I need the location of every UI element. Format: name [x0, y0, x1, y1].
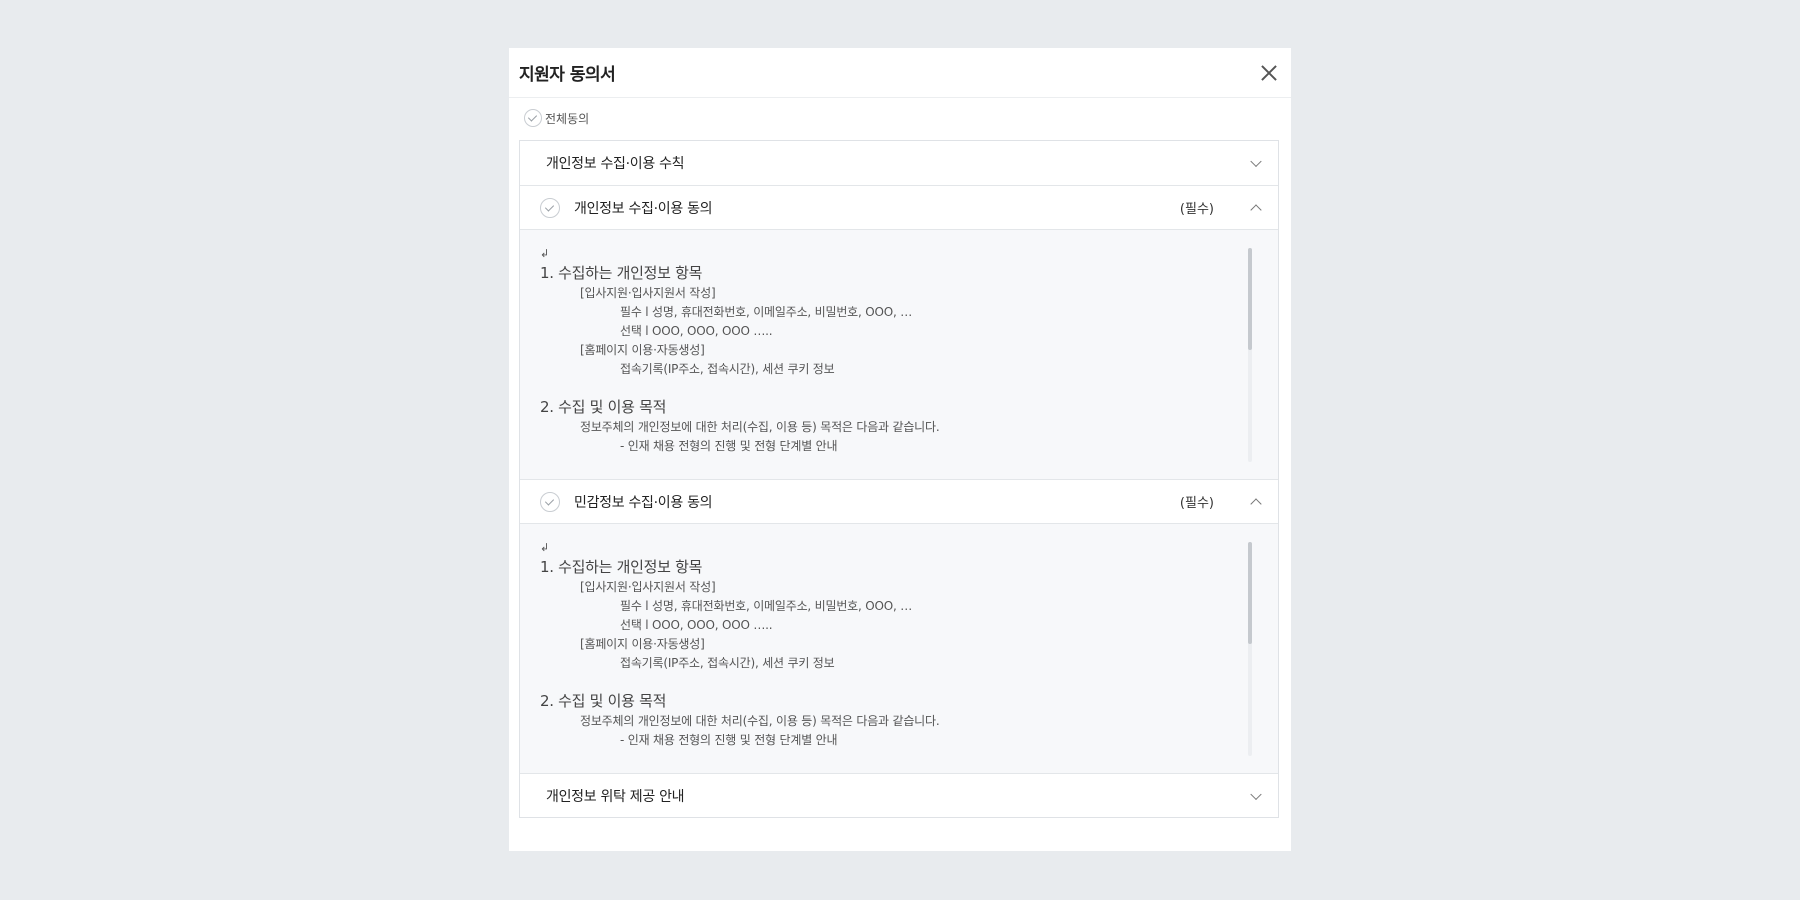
accordion-title: 개인정보 수집·이용 수칙	[546, 156, 685, 172]
terms-text: 정보주체의 개인정보에 대한 처리(수집, 이용 등) 목적은 다음과 같습니다…	[580, 714, 940, 728]
terms-item: 접속기록(IP주소, 접속시간), 세션 쿠키 정보	[620, 362, 835, 376]
terms-subheading: [입사지원·입사지원서 작성]	[580, 286, 716, 300]
required-badge: (필수)	[1179, 496, 1214, 511]
terms-subheading: [홈페이지 이용·자동생성]	[580, 343, 705, 357]
terms-section-heading: 1. 수집하는 개인정보 항목	[540, 264, 703, 282]
consent-modal: 지원자 동의서 전체동의 개인정보 수집·이용 수칙 개인정보 수집·이용 동의…	[509, 48, 1291, 851]
modal-header: 지원자 동의서	[509, 48, 1291, 98]
accordion-header-privacy-consent[interactable]: 개인정보 수집·이용 동의 (필수)	[520, 185, 1278, 229]
check-circle-icon[interactable]	[540, 197, 560, 218]
scrollbar[interactable]	[1248, 248, 1252, 462]
terms-subheading: [홈페이지 이용·자동생성]	[580, 637, 705, 651]
terms-item: - 인재 채용 전형의 진행 및 전형 단계별 안내	[620, 439, 838, 453]
chevron-up-icon[interactable]	[1250, 497, 1262, 510]
accordion-header-sensitive-consent[interactable]: 민감정보 수집·이용 동의 (필수)	[520, 479, 1278, 523]
modal-title: 지원자 동의서	[519, 65, 616, 85]
check-circle-icon[interactable]	[524, 109, 542, 127]
terms-item: 접속기록(IP주소, 접속시간), 세션 쿠키 정보	[620, 656, 835, 670]
required-badge: (필수)	[1179, 202, 1214, 217]
chevron-down-icon[interactable]	[1250, 155, 1262, 168]
chevron-down-icon[interactable]	[1250, 788, 1262, 800]
terms-content-privacy[interactable]: ↲ 1. 수집하는 개인정보 항목 [입사지원·입사지원서 작성] 필수 l 성…	[520, 229, 1278, 479]
terms-section-heading: 2. 수집 및 이용 목적	[540, 398, 667, 416]
terms-item: - 인재 채용 전형의 진행 및 전형 단계별 안내	[620, 733, 838, 747]
terms-item: 필수 l 성명, 휴대전화번호, 이메일주소, 비밀번호, OOO, …	[620, 599, 913, 613]
accordion-title: 개인정보 수집·이용 동의	[574, 200, 713, 217]
accordion-title: 민감정보 수집·이용 동의	[574, 494, 713, 511]
return-glyph: ↲	[540, 247, 550, 260]
terms-content-sensitive[interactable]: ↲ 1. 수집하는 개인정보 항목 [입사지원·입사지원서 작성] 필수 l 성…	[520, 523, 1278, 773]
return-glyph: ↲	[540, 541, 550, 554]
scrollbar-thumb[interactable]	[1248, 542, 1252, 644]
agree-all-checkbox[interactable]: 전체동의	[509, 98, 1291, 138]
consent-accordion: 개인정보 수집·이용 수칙 개인정보 수집·이용 동의 (필수) ↲ 1. 수집…	[519, 140, 1279, 818]
terms-item: 선택 l OOO, OOO, OOO …..	[620, 324, 773, 338]
scrollbar-thumb[interactable]	[1248, 248, 1252, 350]
terms-item: 선택 l OOO, OOO, OOO …..	[620, 618, 773, 632]
check-circle-icon[interactable]	[540, 491, 560, 512]
accordion-header-outsourcing[interactable]: 개인정보 위탁 제공 안내	[520, 773, 1278, 817]
accordion-title: 개인정보 위탁 제공 안내	[546, 788, 685, 805]
terms-text: 정보주체의 개인정보에 대한 처리(수집, 이용 등) 목적은 다음과 같습니다…	[580, 420, 940, 434]
chevron-up-icon[interactable]	[1250, 203, 1262, 216]
terms-item: 필수 l 성명, 휴대전화번호, 이메일주소, 비밀번호, OOO, …	[620, 305, 913, 319]
accordion-header-privacy-rules[interactable]: 개인정보 수집·이용 수칙	[520, 141, 1278, 185]
terms-section-heading: 1. 수집하는 개인정보 항목	[540, 558, 703, 576]
scrollbar[interactable]	[1248, 542, 1252, 756]
agree-all-label: 전체동의	[545, 111, 590, 126]
terms-section-heading: 2. 수집 및 이용 목적	[540, 692, 667, 710]
terms-subheading: [입사지원·입사지원서 작성]	[580, 580, 716, 594]
close-icon[interactable]	[1258, 62, 1280, 84]
